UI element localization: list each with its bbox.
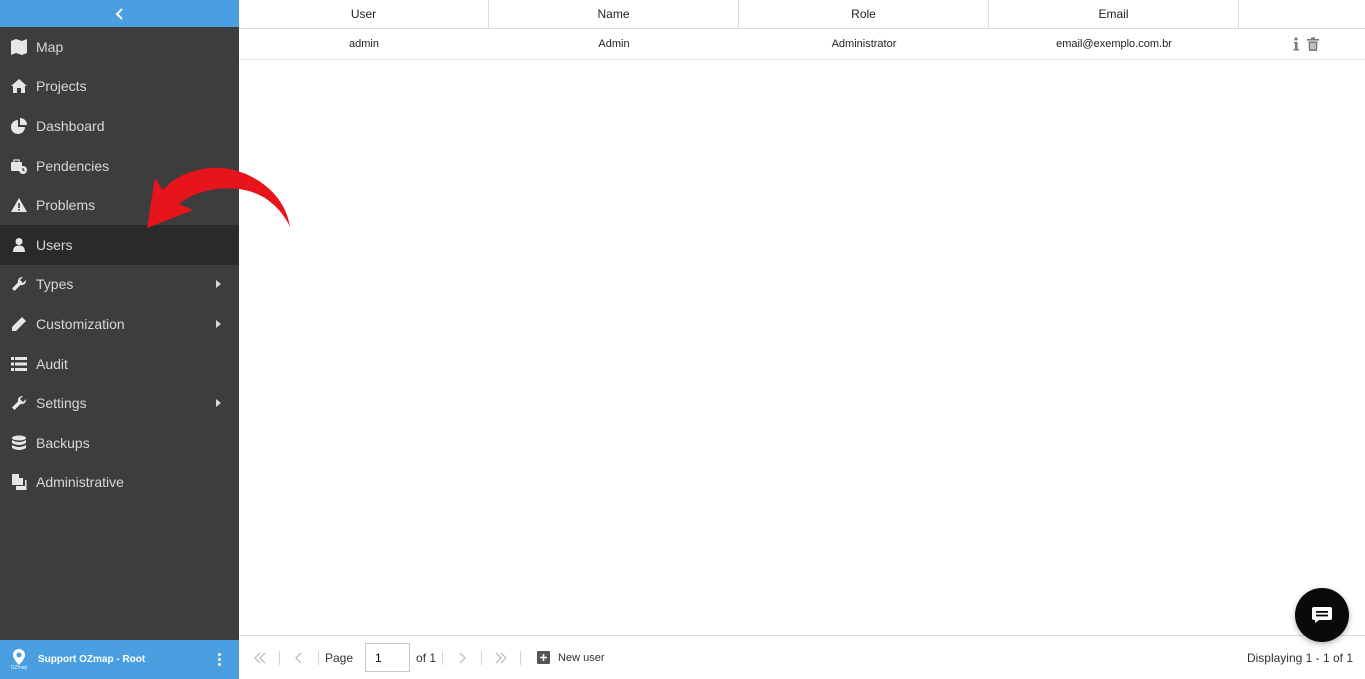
chevron-left-icon [115,7,123,20]
sidebar-item-map[interactable]: Map [0,27,239,67]
pie-chart-icon [10,117,28,135]
chat-bubble-icon [1312,607,1332,623]
chevron-right-icon [459,652,467,663]
row-actions [1239,29,1365,59]
grid-header: User Name Role Email [239,0,1365,29]
home-icon [10,77,28,95]
submenu-arrow-icon [216,399,221,408]
sidebar-collapse-button[interactable] [0,0,239,27]
sidebar-item-label: Users [36,236,73,253]
separator [279,650,280,665]
user-icon [10,236,28,254]
column-header-name[interactable]: Name [489,0,739,28]
sidebar-item-customization[interactable]: Customization [0,304,239,344]
sidebar-item-label: Projects [36,78,87,95]
sidebar-item-settings[interactable]: Settings [0,383,239,423]
sidebar-item-types[interactable]: Types [0,265,239,305]
wrench-icon [10,275,28,293]
separator [442,650,444,665]
user-menu-button[interactable] [209,653,229,666]
wrench-icon [10,394,28,412]
sidebar-nav: Map Projects Dashboard Pendencies Proble… [0,27,239,502]
sidebar-item-label: Types [36,276,74,293]
column-header-actions [1239,0,1365,28]
double-chevron-right-icon [495,652,508,663]
column-header-email[interactable]: Email [989,0,1239,28]
sidebar-item-backups[interactable]: Backups [0,423,239,463]
column-header-user[interactable]: User [239,0,489,28]
sidebar-item-label: Backups [36,434,90,451]
app: Map Projects Dashboard Pendencies Proble… [0,0,1365,679]
sidebar-item-dashboard[interactable]: Dashboard [0,106,239,146]
documents-icon [10,473,28,491]
next-page-button[interactable] [449,645,475,671]
chat-button[interactable] [1295,588,1349,642]
separator [318,650,319,665]
briefcase-clock-icon [10,157,28,175]
sidebar-item-label: Map [36,38,64,55]
separator [520,650,522,665]
sidebar-item-label: Problems [36,197,96,214]
page-number-input[interactable] [365,643,411,672]
last-page-button[interactable] [488,645,514,671]
first-page-button[interactable] [247,645,273,671]
pencil-icon [10,315,28,333]
sidebar-item-label: Customization [36,315,125,332]
table-row[interactable]: admin Admin Administrator email@exemplo.… [239,29,1365,60]
warning-icon [10,196,28,214]
sidebar-item-projects[interactable]: Projects [0,67,239,107]
cell-user: admin [349,38,379,50]
sidebar-item-audit[interactable]: Audit [0,344,239,384]
user-name: Support OZmap - Root [38,654,146,665]
prev-page-button[interactable] [286,645,312,671]
annotation-arrow-icon [147,167,290,228]
sidebar-item-administrative[interactable]: Administrative [0,463,239,503]
cell-name: Admin [598,38,630,50]
paging-toolbar: Page of 1 New user Displaying 1 - 1 of 1 [239,635,1365,679]
ozmap-logo: OZmap [6,645,32,675]
user-bar: OZmap Support OZmap - Root [0,640,239,679]
trash-icon[interactable] [1307,37,1319,51]
sidebar-item-label: Audit [36,355,68,372]
map-icon [10,38,28,56]
new-user-button[interactable]: New user [537,651,605,664]
page-count-label: of 1 [416,650,437,665]
double-chevron-left-icon [254,652,266,663]
map-pin-icon [13,648,25,665]
sidebar-item-label: Settings [36,395,87,412]
kebab-dot-icon [217,658,221,661]
cell-email: email@exemplo.com.br [1056,38,1172,50]
users-grid: User Name Role Email admin Admin Adminis… [239,0,1365,679]
info-icon[interactable] [1290,37,1302,51]
submenu-arrow-icon [216,319,221,328]
chevron-left-icon [295,652,302,663]
sidebar-item-label: Pendencies [36,157,110,174]
displaying-status: Displaying 1 - 1 of 1 [1246,650,1353,665]
column-header-role[interactable]: Role [739,0,989,28]
new-user-label: New user [558,651,605,664]
list-icon [10,355,28,373]
sidebar-item-label: Dashboard [36,117,105,134]
database-icon [10,434,28,452]
submenu-arrow-icon [216,280,221,289]
plus-square-icon [537,651,551,664]
kebab-dot-icon [217,653,221,656]
cell-role: Administrator [831,38,897,50]
kebab-dot-icon [217,663,221,666]
sidebar: Map Projects Dashboard Pendencies Proble… [0,0,239,679]
separator [481,650,483,665]
page-label: Page [325,650,354,665]
sidebar-item-label: Administrative [36,474,124,491]
